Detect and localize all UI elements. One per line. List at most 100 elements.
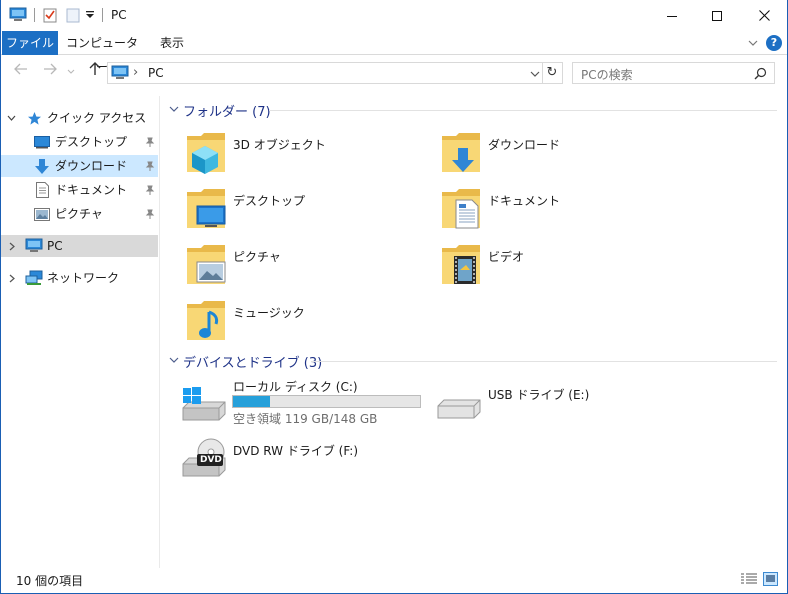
group-divider: [269, 110, 777, 111]
details-view-icon[interactable]: [741, 573, 757, 585]
picture-icon: [34, 208, 50, 221]
tab-file[interactable]: ファイル: [2, 31, 58, 55]
separator: [102, 8, 103, 22]
chevron-down-icon: [67, 69, 75, 74]
nav-item-label: ダウンロード: [55, 159, 128, 173]
desktop-folder-icon: [187, 189, 226, 228]
folder-downloads[interactable]: ダウンロード: [424, 128, 664, 180]
drive-usb-e[interactable]: USB ドライブ (E:): [424, 380, 664, 424]
drive-dvd-f[interactable]: DVD DVD RW ドライブ (F:): [169, 436, 409, 482]
pin-icon[interactable]: [145, 161, 155, 171]
up-arrow-icon: [89, 62, 101, 75]
folder-label: 3D オブジェクト: [233, 138, 326, 152]
3d-objects-folder-icon: [187, 133, 225, 174]
drive-label: ローカル ディスク (C:): [233, 380, 358, 394]
nav-item-downloads[interactable]: ダウンロード: [1, 155, 158, 177]
group-title: フォルダー (7): [183, 105, 271, 120]
new-folder-icon[interactable]: [66, 7, 80, 23]
videos-folder-icon: [442, 245, 480, 284]
expand-ribbon-icon[interactable]: [748, 40, 758, 47]
ribbon-tabs: ファイル コンピューター 表示 ?: [1, 31, 787, 74]
chevron-down-icon[interactable]: [169, 106, 179, 113]
explorer-window: PC ファイル コンピューター 表示 ? › PC ↻ PCの検索 クイック ア…: [0, 0, 788, 594]
nav-quick-access-label: クイック アクセス: [47, 111, 147, 125]
nav-item-pictures[interactable]: ピクチャ: [1, 203, 158, 225]
navigation-pane: クイック アクセス デスクトップ ダウンロード ドキュメント ピクチャ PC ネ…: [1, 96, 160, 568]
close-button[interactable]: [741, 0, 787, 31]
forward-button[interactable]: [41, 62, 59, 80]
computer-icon: [25, 238, 43, 252]
recent-locations-button[interactable]: [65, 62, 77, 80]
drive-free-space: 空き領域 119 GB/148 GB: [233, 412, 378, 426]
nav-item-label: デスクトップ: [55, 135, 128, 149]
nav-item-documents[interactable]: ドキュメント: [1, 179, 158, 201]
desktop-icon: [34, 136, 50, 149]
folder-3d-objects[interactable]: 3D オブジェクト: [169, 128, 409, 180]
folder-label: ミュージック: [233, 306, 305, 320]
chevron-down-icon[interactable]: [7, 115, 16, 122]
network-icon: [25, 270, 43, 285]
search-box[interactable]: PCの検索: [572, 62, 775, 84]
nav-item-label: ネットワーク: [47, 271, 120, 285]
pictures-folder-icon: [187, 245, 226, 284]
refresh-button[interactable]: ↻: [542, 62, 563, 84]
search-icon[interactable]: [754, 67, 767, 80]
documents-folder-icon: [442, 189, 480, 229]
download-icon: [35, 159, 49, 174]
music-folder-icon: [187, 301, 225, 340]
document-icon: [36, 182, 49, 198]
properties-icon[interactable]: [43, 7, 57, 23]
pin-icon[interactable]: [145, 137, 155, 147]
group-header-devices[interactable]: デバイスとドライブ (3): [169, 351, 779, 371]
group-header-folders[interactable]: フォルダー (7): [169, 100, 779, 120]
nav-item-label: PC: [47, 239, 63, 253]
up-button[interactable]: [86, 62, 104, 80]
maximize-button[interactable]: [694, 0, 740, 31]
nav-item-network[interactable]: ネットワーク: [1, 267, 158, 289]
nav-item-label: ドキュメント: [55, 183, 128, 197]
folder-desktop[interactable]: デスクトップ: [169, 184, 409, 236]
star-icon: [28, 112, 41, 125]
drive-label: USB ドライブ (E:): [488, 388, 590, 402]
folder-documents[interactable]: ドキュメント: [424, 184, 664, 236]
customize-quick-access-icon[interactable]: [86, 11, 94, 19]
back-arrow-icon: [14, 63, 27, 75]
nav-quick-access[interactable]: クイック アクセス: [1, 107, 158, 129]
folder-pictures[interactable]: ピクチャ: [169, 240, 409, 292]
folder-label: ピクチャ: [233, 250, 281, 264]
chevron-right-icon[interactable]: [9, 242, 16, 251]
folder-music[interactable]: ミュージック: [169, 296, 409, 348]
nav-item-label: ピクチャ: [55, 207, 103, 221]
breadcrumb-pc[interactable]: PC: [148, 66, 164, 80]
breadcrumb-separator[interactable]: ›: [133, 65, 138, 80]
pin-icon[interactable]: [145, 209, 155, 219]
drive-label: DVD RW ドライブ (F:): [233, 444, 359, 458]
large-icons-view-icon[interactable]: [763, 572, 778, 586]
group-title: デバイスとドライブ (3): [183, 356, 323, 371]
usb-drive-icon: [437, 399, 481, 419]
chevron-down-icon[interactable]: [169, 357, 179, 364]
minimize-button[interactable]: [649, 0, 695, 31]
chevron-right-icon[interactable]: [9, 274, 16, 283]
downloads-folder-icon: [442, 133, 480, 172]
pin-icon[interactable]: [145, 185, 155, 195]
minimize-icon: [667, 15, 677, 17]
back-button[interactable]: [12, 62, 30, 80]
computer-icon: [111, 65, 129, 79]
dvd-badge: DVD: [200, 455, 222, 465]
address-bar[interactable]: › PC: [107, 62, 543, 84]
close-icon: [758, 10, 770, 21]
folder-label: ダウンロード: [488, 138, 561, 152]
computer-icon: [9, 7, 27, 21]
maximize-icon: [712, 10, 722, 21]
local-disk-icon: [182, 387, 226, 421]
folder-videos[interactable]: ビデオ: [424, 240, 664, 292]
tab-computer[interactable]: コンピューター: [63, 31, 141, 74]
nav-item-pc[interactable]: PC: [1, 235, 158, 257]
chevron-down-icon[interactable]: [530, 71, 540, 78]
nav-item-desktop[interactable]: デスクトップ: [1, 131, 158, 153]
folder-label: ドキュメント: [488, 194, 561, 208]
tab-view[interactable]: 表示: [153, 31, 191, 55]
help-button[interactable]: ?: [766, 35, 782, 51]
separator: [34, 8, 35, 22]
